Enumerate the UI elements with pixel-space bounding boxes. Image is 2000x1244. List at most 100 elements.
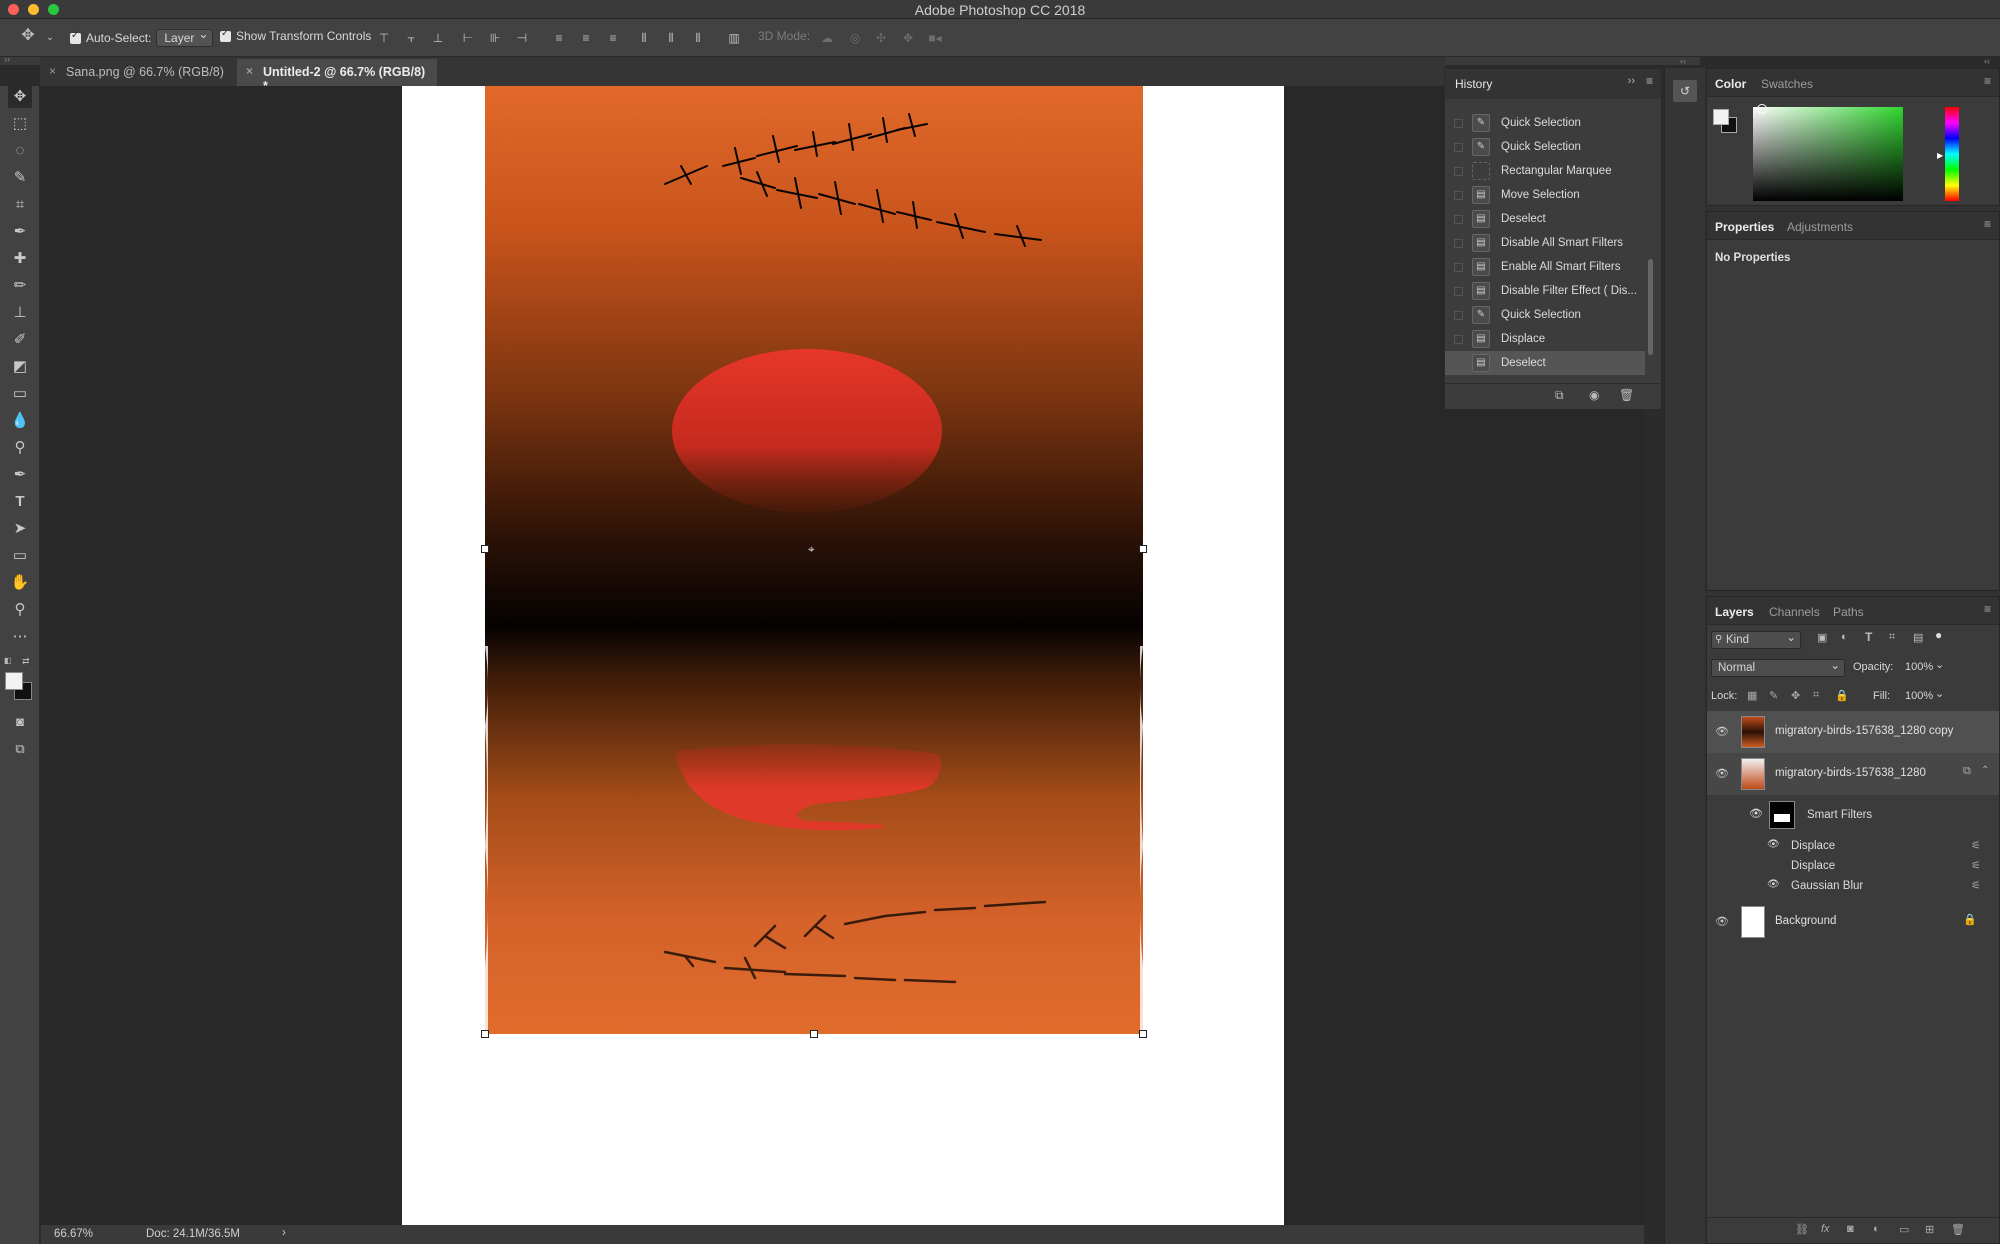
hue-slider-indicator-icon[interactable]: ▶ xyxy=(1937,151,1943,160)
layer-row[interactable]: 👁 migratory-birds-157638_1280 ⧉ ⌃ xyxy=(1707,753,1999,795)
tab-untitled-2[interactable]: × Untitled-2 @ 66.7% (RGB/8) * xyxy=(237,59,437,93)
transform-handle-bottom[interactable] xyxy=(810,1030,818,1038)
auto-align-icon[interactable]: ▥ xyxy=(726,31,742,45)
distribute-bottom-icon[interactable]: ≡ xyxy=(605,31,621,45)
zoom-tool-icon[interactable]: ⚲ xyxy=(8,599,32,621)
3d-scale-icon[interactable]: ■◂ xyxy=(927,31,943,45)
auto-select-checkbox[interactable] xyxy=(70,30,81,44)
lock-artboard-icon[interactable]: ⌗ xyxy=(1813,689,1819,702)
lock-image-icon[interactable]: ✎ xyxy=(1769,689,1778,702)
lock-icon[interactable]: 🔒 xyxy=(1963,913,1977,926)
history-item[interactable]: ✎ Quick Selection xyxy=(1445,135,1645,159)
tab-sana[interactable]: × Sana.png @ 66.7% (RGB/8) xyxy=(40,59,235,86)
brush-tool-icon[interactable]: ✏ xyxy=(8,275,32,297)
panel-menu-icon[interactable]: ≡ xyxy=(1984,217,1991,231)
status-menu-arrow-icon[interactable]: › xyxy=(282,1227,286,1239)
distribute-top-icon[interactable]: ≡ xyxy=(551,31,567,45)
link-layers-icon[interactable]: ⛓ xyxy=(1795,1223,1809,1236)
foreground-color-swatch[interactable] xyxy=(5,672,23,690)
align-left-icon[interactable]: ⊢ xyxy=(460,31,476,45)
collapse-dock-icon[interactable]: ‹‹ xyxy=(1680,56,1686,66)
distribute-vcenter-icon[interactable]: ≡ xyxy=(578,31,594,45)
filter-options-icon[interactable]: ⚟ xyxy=(1971,859,1981,872)
history-item[interactable]: ▤ Move Selection xyxy=(1445,183,1645,207)
new-layer-icon[interactable]: ⊞ xyxy=(1925,1223,1934,1236)
move-tool-preset-icon[interactable]: ✥ xyxy=(20,28,36,44)
blend-mode-dropdown[interactable]: Normal ⌄ xyxy=(1711,659,1845,677)
type-tool-icon[interactable]: T xyxy=(8,491,32,513)
swap-colors-icon[interactable]: ⇄ xyxy=(22,656,30,667)
filter-shape-icon[interactable]: ⌗ xyxy=(1889,631,1895,644)
gradient-tool-icon[interactable]: ▭ xyxy=(8,383,32,405)
chevron-down-icon[interactable]: ⌄ xyxy=(1935,658,1944,671)
filter-pixel-icon[interactable]: ▣ xyxy=(1817,631,1827,644)
transform-handle-left[interactable] xyxy=(481,545,489,553)
marquee-tool-icon[interactable]: ⬚ xyxy=(8,113,32,135)
transform-handle-right[interactable] xyxy=(1139,545,1147,553)
tab-paths[interactable]: Paths xyxy=(1833,605,1864,619)
default-colors-icon[interactable]: ◧ xyxy=(4,656,12,665)
align-hcenter-icon[interactable]: ⊪ xyxy=(487,31,503,45)
smart-filters-row[interactable]: 👁 Smart Filters xyxy=(1707,801,1999,831)
3d-roll-icon[interactable]: ◎ xyxy=(847,31,863,45)
canvas-area[interactable]: ⌖ xyxy=(41,86,1644,1225)
history-item[interactable]: ▤ Deselect xyxy=(1445,207,1645,231)
close-tab-icon[interactable]: × xyxy=(49,64,56,78)
move-tool-icon[interactable]: ✥ xyxy=(8,86,32,108)
layer-name[interactable]: Background xyxy=(1775,915,1836,927)
filter-name[interactable]: Displace xyxy=(1791,860,1835,872)
crop-tool-icon[interactable]: ⌗ xyxy=(8,194,32,216)
align-vcenter-icon[interactable]: ⫟ xyxy=(403,31,419,45)
tab-channels[interactable]: Channels xyxy=(1769,605,1820,619)
history-item[interactable]: ▤ Enable All Smart Filters xyxy=(1445,255,1645,279)
lasso-tool-icon[interactable]: ◌ xyxy=(8,140,32,162)
fill-value[interactable]: 100% xyxy=(1905,690,1933,702)
eye-icon[interactable]: 👁 xyxy=(1715,767,1729,780)
3d-slide-icon[interactable]: ✥ xyxy=(900,31,916,45)
tab-layers[interactable]: Layers xyxy=(1715,605,1754,619)
filter-mask-thumbnail[interactable] xyxy=(1769,801,1795,829)
3d-orbit-icon[interactable]: ☁ xyxy=(819,31,835,45)
opacity-value[interactable]: 100% xyxy=(1905,661,1933,673)
eye-icon[interactable]: 👁 xyxy=(1715,725,1729,738)
show-transform-checkbox[interactable] xyxy=(220,28,231,42)
quick-mask-icon[interactable]: ◙ xyxy=(8,711,32,733)
clone-stamp-tool-icon[interactable]: ⊥ xyxy=(8,302,32,324)
tab-color[interactable]: Color xyxy=(1715,77,1746,91)
eye-icon[interactable]: 👁 xyxy=(1715,915,1729,928)
color-picker-cursor[interactable] xyxy=(1757,104,1767,114)
hue-slider[interactable] xyxy=(1945,107,1959,201)
eye-icon[interactable]: 👁 xyxy=(1767,839,1780,850)
history-item[interactable]: ▤ Displace xyxy=(1445,327,1645,351)
panel-menu-icon[interactable]: ≡ xyxy=(1984,602,1991,616)
eyedropper-tool-icon[interactable]: ✒ xyxy=(8,221,32,243)
lock-position-icon[interactable]: ✥ xyxy=(1791,689,1800,702)
foreground-color-chip[interactable] xyxy=(1713,109,1729,125)
history-item[interactable]: Rectangular Marquee xyxy=(1445,159,1645,183)
close-tab-icon[interactable]: × xyxy=(246,64,253,78)
filter-row[interactable]: Displace ⚟ xyxy=(1707,857,1999,877)
new-document-from-state-icon[interactable]: ⧉ xyxy=(1555,388,1564,403)
align-right-icon[interactable]: ⊣ xyxy=(514,31,530,45)
healing-brush-tool-icon[interactable]: ✚ xyxy=(8,248,32,270)
filter-row[interactable]: 👁 Displace ⚟ xyxy=(1707,837,1999,857)
filter-toggle-icon[interactable]: ● xyxy=(1935,628,1942,642)
color-field[interactable] xyxy=(1753,107,1903,201)
filter-name[interactable]: Gaussian Blur xyxy=(1791,880,1863,892)
camera-snapshot-icon[interactable]: ◉ xyxy=(1589,388,1599,402)
panel-menu-icon[interactable]: ≡ xyxy=(1984,74,1991,88)
3d-pan-icon[interactable]: ✣ xyxy=(873,31,889,45)
new-group-icon[interactable]: ▭ xyxy=(1899,1223,1909,1236)
add-mask-icon[interactable]: ◙ xyxy=(1847,1223,1854,1235)
chevron-down-icon[interactable]: ⌄ xyxy=(42,31,58,45)
zoom-level[interactable]: 66.67% xyxy=(54,1228,93,1240)
distribute-right-icon[interactable]: ⦀ xyxy=(690,31,706,45)
delete-layer-icon[interactable]: 🗑 xyxy=(1951,1223,1965,1236)
lock-transparent-icon[interactable]: ▦ xyxy=(1747,689,1757,702)
layer-row[interactable]: 👁 migratory-birds-157638_1280 copy xyxy=(1707,711,1999,753)
expand-toolbar-icon[interactable]: ›› xyxy=(4,54,10,64)
history-item[interactable]: ✎ Quick Selection xyxy=(1445,111,1645,135)
chevron-down-icon[interactable]: ⌄ xyxy=(1935,687,1944,700)
hand-tool-icon[interactable]: ✋ xyxy=(8,572,32,594)
eye-icon[interactable]: 👁 xyxy=(1767,879,1780,890)
